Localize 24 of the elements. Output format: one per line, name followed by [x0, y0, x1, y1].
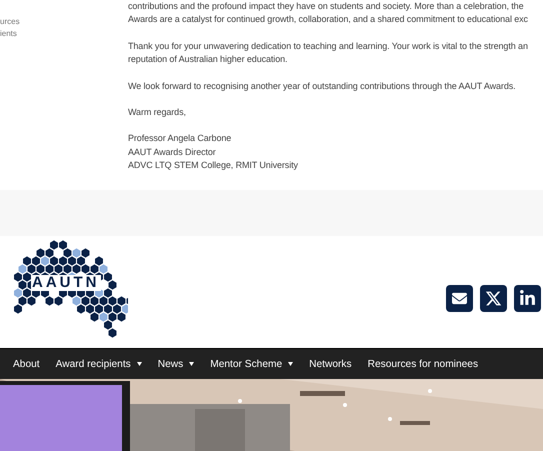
letter-text: We look forward to recognising another year of outstanding contributions through the AAUT Awards. — [128, 80, 516, 93]
letter-text: ADVC LTQ STEM College, RMIT University — [128, 159, 298, 172]
letter-text: Awards are a catalyst for continued growth, collaboration, and a shared commitment to educational exc — [128, 13, 528, 26]
letter-text: Thank you for your unwavering dedication to teaching and learning. Your work is vital to the strength an — [128, 40, 528, 53]
nav-link[interactable]: Resources for nominees — [360, 358, 486, 370]
letter-text: Warm regards, — [128, 106, 186, 120]
nav-link[interactable]: About — [5, 358, 48, 370]
nav-link[interactable]: News — [150, 358, 202, 370]
linkedin-button[interactable] — [514, 284, 541, 312]
letter-text: contributions and the profound impact they have on students and society. More than a celebration, the — [128, 0, 524, 13]
sidebar-link[interactable]: ients — [0, 29, 17, 38]
logo-text: AAUTN — [31, 275, 100, 291]
x-letter-icon — [485, 290, 502, 306]
nav-link[interactable]: Mentor Scheme — [202, 358, 302, 370]
in-letters-icon — [519, 290, 536, 306]
nav-link[interactable]: Award recipients — [48, 358, 150, 370]
x-button[interactable] — [480, 284, 507, 312]
sidebar-link[interactable]: urces — [0, 17, 20, 26]
letter-text: Professor Angela Carbone — [128, 132, 232, 146]
envelope-icon — [452, 290, 467, 306]
email-button[interactable] — [446, 284, 473, 312]
letter-text: reputation of Australian higher education. — [128, 53, 288, 66]
nav-link[interactable]: Networks — [301, 358, 360, 370]
letter-text: AAUT Awards Director — [128, 146, 216, 159]
